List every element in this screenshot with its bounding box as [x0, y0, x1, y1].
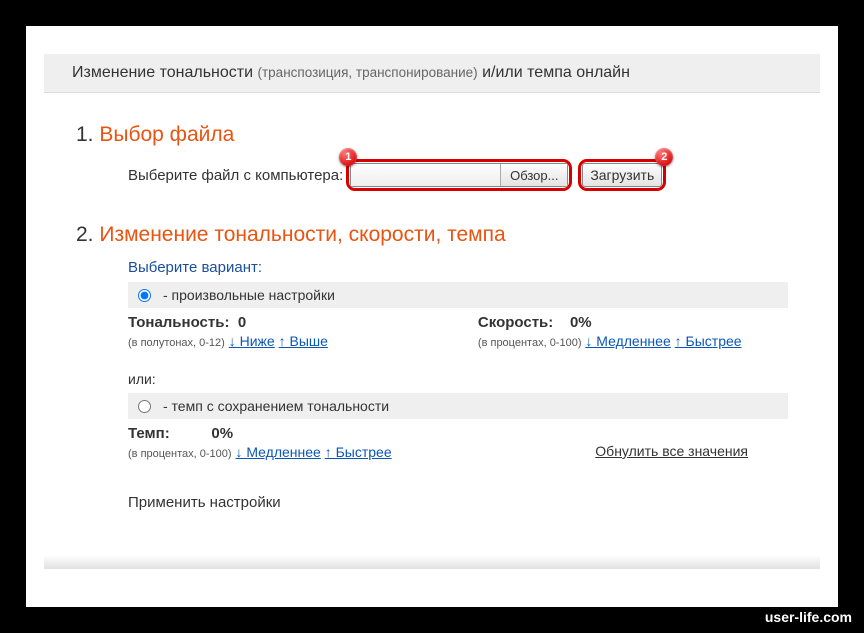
file-label: Выберите файл с компьютера: [128, 167, 343, 184]
marker-2-icon: 2 [655, 148, 673, 166]
tonality-block: Тональность: 0 (в полутонах, 0-12) ↓ Ниж… [128, 314, 328, 349]
speed-label: Скорость: [478, 314, 553, 331]
file-input-highlight: 1 Обзор... [346, 159, 572, 191]
speed-block: Скорость: 0% (в процентах, 0-100) ↓ Медл… [478, 314, 742, 349]
speed-value: 0% [570, 314, 592, 331]
header-suffix: и/или темпа онлайн [482, 64, 630, 81]
tempo-label: Темп: [128, 425, 170, 442]
header-prefix: Изменение тональности [72, 64, 253, 81]
browse-button[interactable]: Обзор... [501, 164, 567, 186]
speed-slower-link[interactable]: ↓ Медленнее [585, 333, 670, 349]
tonality-hint: (в полутонах, 0-12) [128, 337, 225, 349]
speed-faster-link[interactable]: ↑ Быстрее [675, 333, 742, 349]
or-label: или: [128, 371, 788, 387]
option-tempo-label: - темп с сохранением тональности [163, 398, 389, 414]
upload-highlight: 2 Загрузить [578, 159, 666, 191]
file-row: Выберите файл с компьютера: 1 Обзор... 2… [128, 159, 788, 191]
apply-label[interactable]: Применить настройки [128, 494, 788, 511]
tempo-faster-link[interactable]: ↑ Быстрее [325, 444, 392, 460]
radio-tempo[interactable] [138, 400, 151, 413]
step2-heading: Изменение тональности, скорости, темпа [99, 223, 505, 246]
reset-link[interactable]: Обнулить все значения [595, 443, 748, 459]
params-row-1: Тональность: 0 (в полутонах, 0-12) ↓ Ниж… [128, 314, 788, 349]
option-custom-row[interactable]: - произвольные настройки [128, 282, 788, 308]
app-frame: Изменение тональности (транспозиция, тра… [25, 25, 839, 608]
step1-heading: Выбор файла [99, 123, 234, 146]
tonality-higher-link[interactable]: ↑ Выше [279, 333, 328, 349]
option-custom-label: - произвольные настройки [163, 287, 335, 303]
step2-title: 2. Изменение тональности, скорости, темп… [76, 223, 788, 247]
tempo-hint: (в процентах, 0-100) [128, 448, 232, 460]
header-paren: (транспозиция, транспонирование) [258, 65, 478, 80]
content: 1. Выбор файла Выберите файл с компьютер… [26, 93, 838, 511]
tempo-slower-link[interactable]: ↓ Медленнее [235, 444, 320, 460]
tonality-label: Тональность: [128, 314, 229, 331]
file-path-input[interactable] [351, 164, 501, 186]
watermark: user-life.com [765, 609, 852, 625]
page-header: Изменение тональности (транспозиция, тра… [44, 54, 820, 93]
params-row-2: Темп: 0% (в процентах, 0-100) ↓ Медленне… [128, 425, 788, 460]
step1-title: 1. Выбор файла [76, 123, 788, 147]
upload-button[interactable]: Загрузить [582, 163, 662, 187]
step1-num: 1. [76, 123, 94, 146]
tempo-value: 0% [211, 425, 233, 442]
radio-custom[interactable] [138, 289, 151, 302]
tempo-block: Темп: 0% (в процентах, 0-100) ↓ Медленне… [128, 425, 392, 460]
variant-label: Выберите вариант: [128, 259, 788, 276]
option-tempo-row[interactable]: - темп с сохранением тональности [128, 393, 788, 419]
tonality-lower-link[interactable]: ↓ Ниже [229, 333, 275, 349]
speed-hint: (в процентах, 0-100) [478, 337, 582, 349]
shadow-decor [44, 555, 820, 569]
step2-num: 2. [76, 223, 94, 246]
tonality-value: 0 [238, 314, 246, 331]
